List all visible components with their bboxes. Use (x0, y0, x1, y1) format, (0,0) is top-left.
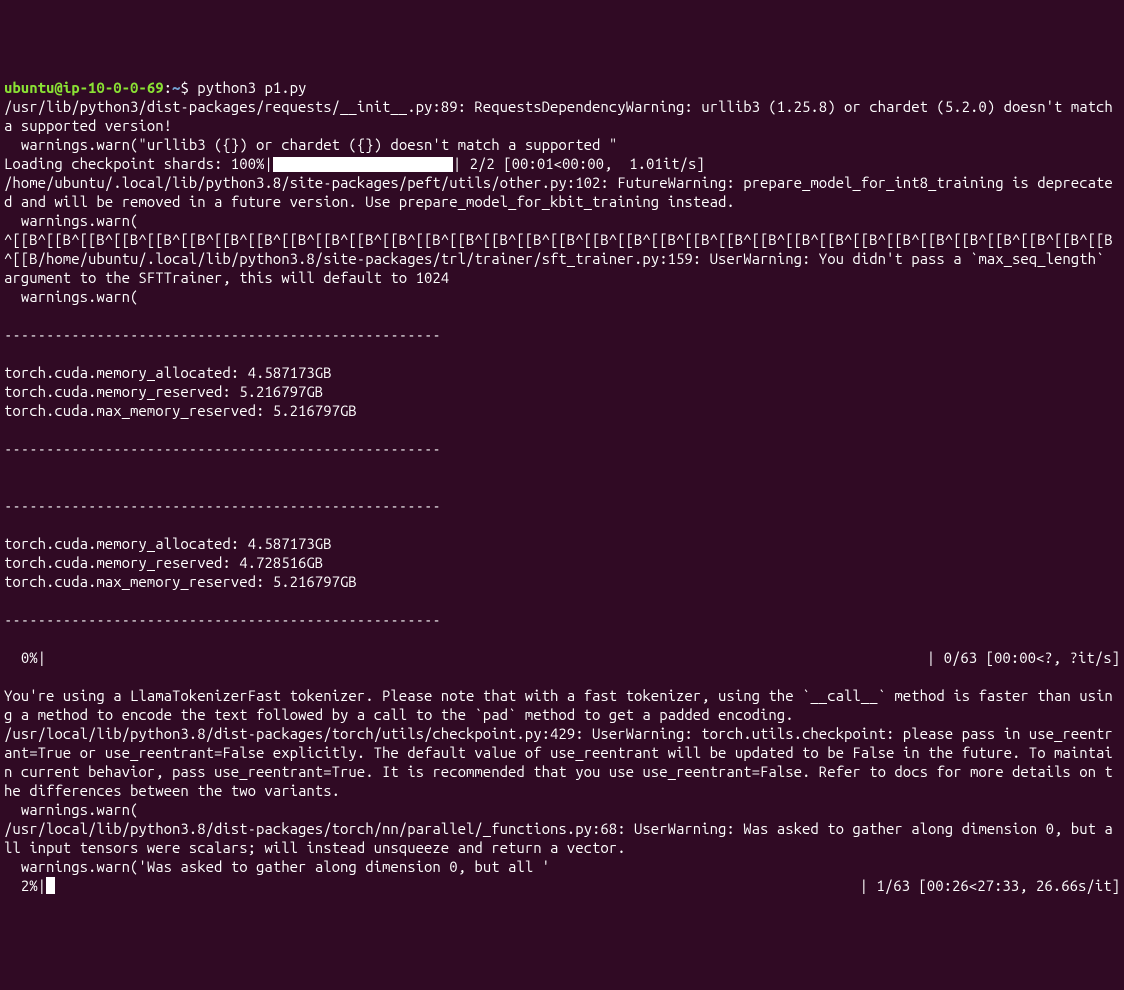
progress-stats: | 2/2 [00:01<00:00, 1.01it/s] (453, 155, 705, 172)
prompt-user: ubuntu (4, 79, 54, 96)
output-line: /home/ubuntu/.local/lib/python3.8/site-p… (4, 174, 1113, 210)
prompt-colon: : (164, 79, 172, 96)
progress-line: Loading checkpoint shards: 100%| | 2/2 [0… (4, 155, 705, 172)
dash-line: ----------------------------------------… (4, 326, 441, 343)
output-line: You're using a LlamaTokenizerFast tokeni… (4, 687, 1113, 723)
progress-label: Loading checkpoint shards: 100%| (4, 155, 273, 172)
output-line: torch.cuda.max_memory_reserved: 5.216797… (4, 573, 357, 590)
output-line: warnings.warn("urllib3 ({}) or chardet (… (4, 136, 617, 153)
prompt-dollar: $ (180, 79, 197, 96)
progress-stats: | 1/63 [00:26<27:33, 26.66s/it] (860, 876, 1120, 895)
dash-line: ----------------------------------------… (4, 440, 441, 457)
progress-label: 2%| (4, 877, 46, 894)
output-line: /usr/lib/python3/dist-packages/requests/… (4, 98, 1121, 134)
command-text: python3 p1.py (197, 79, 306, 96)
dash-line: ----------------------------------------… (4, 611, 441, 628)
output-line: torch.cuda.memory_reserved: 4.728516GB (4, 554, 323, 571)
prompt-host: ip-10-0-0-69 (63, 79, 164, 96)
output-line: /usr/local/lib/python3.8/dist-packages/t… (4, 725, 1113, 799)
output-line: torch.cuda.memory_allocated: 4.587173GB (4, 535, 332, 552)
progress-bar-fill (273, 157, 453, 172)
output-line: torch.cuda.memory_allocated: 4.587173GB (4, 364, 332, 381)
progress-line: 0%| | 0/63 [00:00<?, ?it/s] (4, 648, 1120, 667)
output-line: ^[[B^[[B^[[B^[[B^[[B^[[B^[[B^[[B^[[B^[[B… (4, 231, 1113, 286)
prompt-line: ubuntu@ip-10-0-0-69:~$ python3 p1.py (4, 79, 306, 96)
output-line: warnings.warn( (4, 288, 138, 305)
progress-label: 0%| (4, 648, 130, 667)
progress-line: 2%| | 1/63 [00:26<27:33, 26.66s/it] (4, 876, 1120, 895)
output-line: /usr/local/lib/python3.8/dist-packages/t… (4, 820, 1113, 856)
progress-stats: | 0/63 [00:00<?, ?it/s] (927, 648, 1120, 667)
terminal[interactable]: ubuntu@ip-10-0-0-69:~$ python3 p1.py /us… (4, 78, 1120, 895)
cursor-icon (46, 877, 55, 894)
output-line: warnings.warn( (4, 212, 138, 229)
output-line: warnings.warn('Was asked to gather along… (4, 858, 550, 875)
dash-line: ----------------------------------------… (4, 497, 441, 514)
output-line: torch.cuda.max_memory_reserved: 5.216797… (4, 402, 357, 419)
output-line: torch.cuda.memory_reserved: 5.216797GB (4, 383, 323, 400)
prompt-at: @ (54, 79, 62, 96)
output-line: warnings.warn( (4, 801, 138, 818)
